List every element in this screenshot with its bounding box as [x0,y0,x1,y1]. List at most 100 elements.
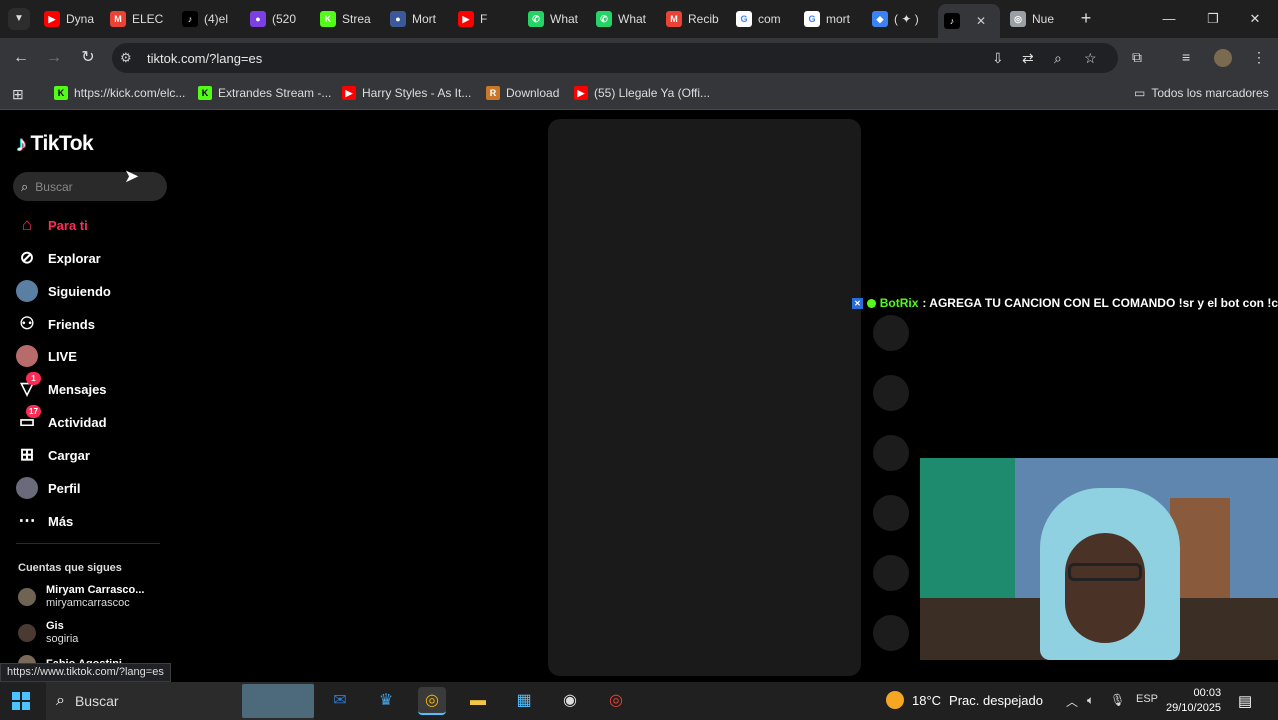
profile-avatar [16,477,38,499]
new-tab-button[interactable]: + [1076,8,1096,28]
browser-tab[interactable]: ● Mort [384,6,450,32]
action-button[interactable] [873,615,909,651]
chrome-profile-icon[interactable]: ◎ [602,687,630,715]
clock[interactable]: 00:03 29/10/2025 [1166,686,1221,716]
clock-date: 29/10/2025 [1166,702,1222,714]
following-handle: sogiria [46,633,79,645]
reload-button[interactable]: ↻ [77,47,99,69]
all-bookmarks[interactable]: ▭ Todos los marcadores [1134,86,1269,100]
sidebar-item-parati[interactable]: ⌂ Para ti [16,214,88,236]
browser-tab[interactable]: ▶ Dyna [38,6,102,32]
sidebar-item-perfil[interactable]: Perfil [16,477,81,499]
browser-tab[interactable]: ◎ Nue [1004,6,1070,32]
volume-icon[interactable]: 🔈︎ [1087,693,1094,708]
browser-tab[interactable]: Gmort [798,6,864,32]
obs-icon[interactable]: ◉ [556,687,584,715]
bookmark-star-icon[interactable]: ☆ [1084,50,1097,67]
site-settings-icon[interactable]: ⚙ [120,50,132,66]
restore-button[interactable]: ❐ [1198,8,1228,30]
gmail-icon: M [110,11,126,27]
avatar [16,280,38,302]
sidebar-item-mensajes[interactable]: ▽ 1 Mensajes [16,372,107,400]
tiktok-icon: ♪ [182,11,198,27]
sidebar-item-actividad[interactable]: ▭ 17 Actividad [16,405,107,433]
extensions-icon[interactable]: ⧉ [1132,49,1142,66]
browser-tab[interactable]: ◆ ( ✦ ) [866,6,936,32]
tiktok-logo[interactable]: ♪ TikTok [16,131,94,157]
following-item[interactable]: Gis sogiria [18,620,78,646]
action-button[interactable] [873,315,909,351]
status-bubble: https://www.tiktok.com/?lang=es [0,663,171,682]
close-tab-icon[interactable]: ✕ [976,14,986,28]
chrome-icon[interactable]: ◎ [418,687,446,715]
forward-button[interactable]: → [43,47,65,69]
outlook-icon[interactable]: ✉ [326,687,354,715]
profile-avatar[interactable] [1214,49,1232,67]
bookmark-item[interactable]: R Download [486,86,559,100]
minimize-button[interactable]: — [1154,8,1184,30]
media-controls-icon[interactable]: ≡ [1182,49,1190,65]
sidebar-item-label: Perfil [48,480,81,496]
microphone-icon[interactable]: 🎙︎ [1110,693,1125,707]
browser-tab[interactable]: ♪ ✕ [938,4,1000,38]
action-button[interactable] [873,555,909,591]
sidebar-item-siguiendo[interactable]: Siguiendo [16,280,111,302]
sidebar-item-friends[interactable]: ⚇ Friends [16,313,95,335]
tiktok-icon: ♪ [944,13,960,29]
bookmark-item[interactable]: K Extrandes Stream -... [198,86,331,100]
zoom-icon[interactable]: ⌕ [1054,50,1062,67]
store-icon[interactable]: ▦ [510,687,538,715]
address-bar[interactable]: ⚙ tiktok.com/?lang=es ⇩ ⇄ ⌕ ☆ [112,43,1118,73]
sidebar-item-ms[interactable]: ⋯ Más [16,510,74,532]
chat-message: : AGREGA TU CANCION CON EL COMANDO !sr y… [922,296,1278,310]
browser-tab[interactable]: M Recib [660,6,728,32]
sidebar-item-explorar[interactable]: ⊘ Explorar [16,247,101,269]
back-button[interactable]: ← [10,47,32,69]
windows-start-icon[interactable] [12,692,30,710]
search-box[interactable]: ⌕ [13,172,167,201]
sidebar-item-label: LIVE [48,348,77,364]
browser-tab[interactable]: ✆ What [522,6,588,32]
notification-icon[interactable]: ▤ [1238,692,1252,710]
weather-widget[interactable]: 18°C Prac. despejado [886,691,1043,709]
app-icon[interactable]: ♛ [372,687,400,715]
language-indicator[interactable]: ESP [1136,693,1158,705]
video-player[interactable] [548,119,861,676]
gmail-icon: M [666,11,682,27]
weather-temp: 18°C [912,692,942,708]
action-button[interactable] [873,375,909,411]
app-icon: ● [250,11,266,27]
action-button[interactable] [873,435,909,471]
browser-tab[interactable]: K Strea [314,6,382,32]
upload-icon: ⊞ [16,444,38,466]
browser-tab[interactable]: Gcom [730,6,796,32]
logo-text: TikTok [30,132,94,155]
file-explorer-icon[interactable]: ▬ [464,687,492,715]
following-names: Miryam Carrasco... miryamcarrascoc [46,584,144,610]
translate-icon[interactable]: ⇄ [1022,50,1034,67]
compass-icon: ⊘ [16,247,38,269]
menu-icon[interactable]: ⋮ [1252,49,1266,66]
action-button[interactable] [873,495,909,531]
browser-tab[interactable]: ✆ What [590,6,658,32]
sidebar-item-live[interactable]: LIVE [16,345,77,367]
tab-search-button[interactable]: ▼ [8,8,30,30]
taskbar-search[interactable]: ⌕ Buscar [46,682,314,720]
browser-tab[interactable]: ● (520 [244,6,312,32]
bookmark-item[interactable]: ▶ Harry Styles - As It... [342,86,471,100]
browser-tab[interactable]: ♪ (4)el [176,6,242,32]
apps-icon[interactable]: ⊞ [12,86,24,103]
url-text[interactable]: tiktok.com/?lang=es [147,51,262,66]
install-app-icon[interactable]: ⇩ [992,50,1004,67]
bookmark-item[interactable]: Khttps://kick.com/elc... [54,86,185,100]
tab-title: Nue [1032,12,1055,26]
bookmark-item[interactable]: ▶ (55) Llegale Ya (Offi... [574,86,710,100]
following-item[interactable]: Miryam Carrasco... miryamcarrascoc [18,584,144,610]
google-icon: G [804,11,820,27]
close-window-button[interactable]: ✕ [1240,8,1270,30]
following-name: Gis [46,620,64,632]
browser-tab[interactable]: M ELEC [104,6,174,32]
tray-chevron-icon[interactable]: ︿ [1066,693,1078,710]
browser-tab[interactable]: ▶ F [452,6,520,32]
sidebar-item-cargar[interactable]: ⊞ Cargar [16,444,90,466]
